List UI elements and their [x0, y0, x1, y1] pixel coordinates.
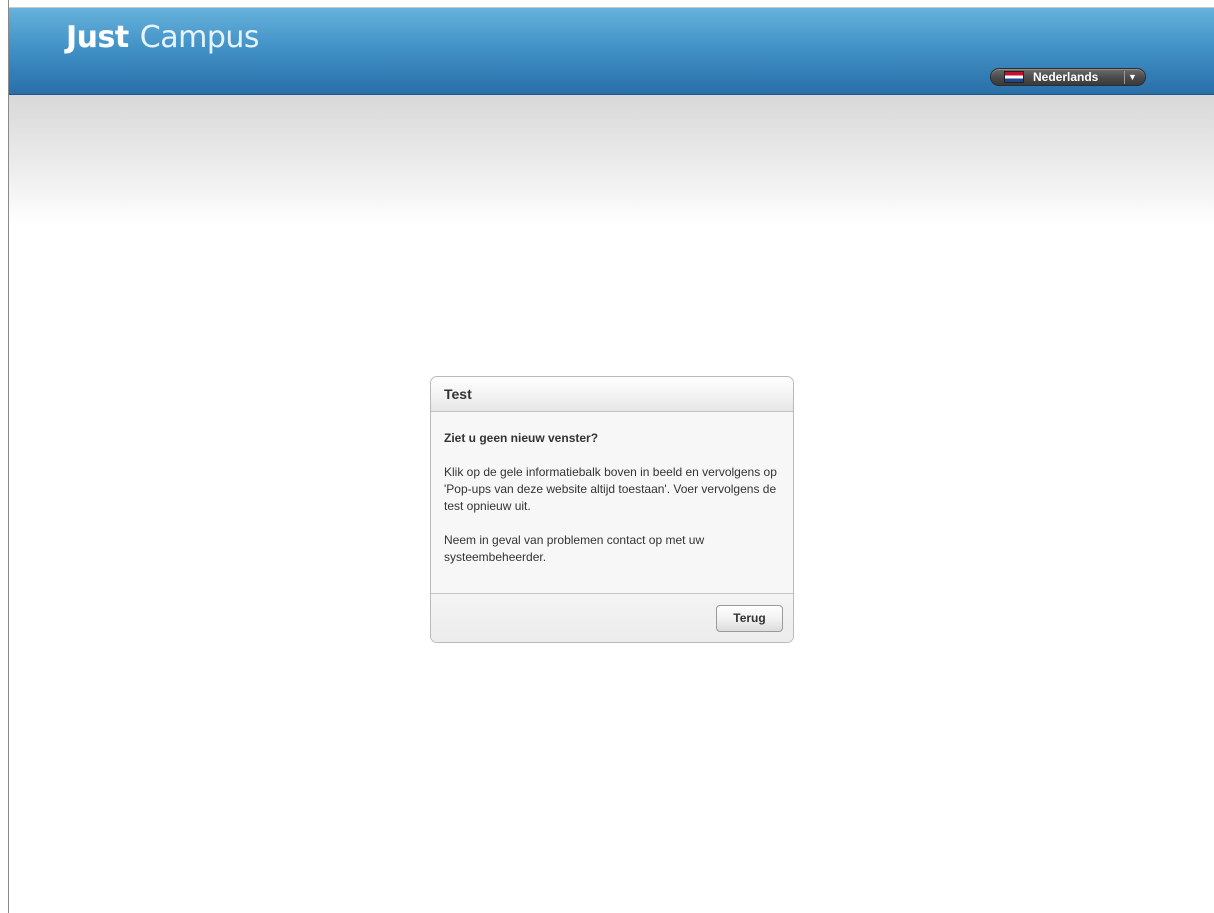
chevron-down-icon[interactable]: ▼	[1128, 70, 1137, 85]
test-dialog: Test Ziet u geen nieuw venster? Klik op …	[430, 376, 794, 643]
header-bar: Just Campus Nederlands ▼	[9, 8, 1214, 95]
dialog-header: Test	[431, 377, 793, 412]
app-logo: Just Campus	[66, 20, 260, 56]
logo-bold-text: Just	[66, 20, 129, 55]
language-divider	[1124, 71, 1125, 84]
dialog-heading: Ziet u geen nieuw venster?	[444, 431, 599, 445]
page: Just Campus Nederlands ▼ Test Ziet u gee…	[0, 0, 1214, 913]
dialog-contact-text: Neem in geval van problemen contact op m…	[444, 533, 705, 564]
dialog-footer: Terug	[431, 593, 793, 642]
dialog-title: Test	[444, 386, 472, 402]
netherlands-flag-icon	[1004, 71, 1024, 83]
dialog-instruction-text: Klik op de gele informatiebalk boven in …	[444, 465, 777, 513]
header-shadow-band	[9, 95, 1214, 225]
language-label: Nederlands	[1033, 70, 1099, 84]
language-selector[interactable]: Nederlands ▼	[990, 68, 1146, 86]
logo-light-text: Campus	[139, 20, 260, 55]
dialog-body: Ziet u geen nieuw venster? Klik op de ge…	[431, 412, 793, 593]
back-button[interactable]: Terug	[716, 605, 783, 632]
